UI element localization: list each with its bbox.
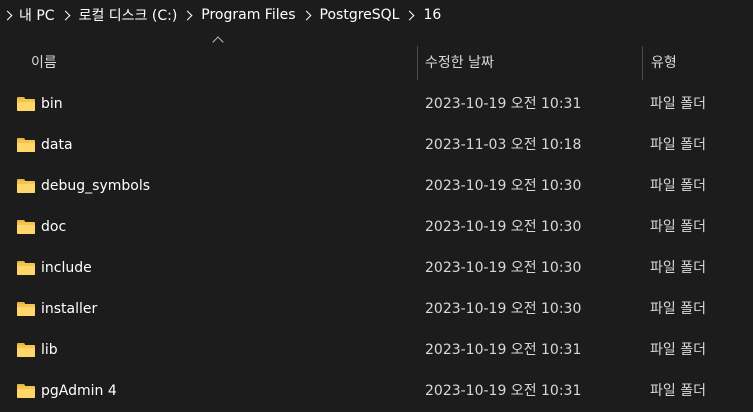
- folder-icon: [17, 220, 35, 234]
- file-type: 파일 폴더: [650, 219, 706, 235]
- file-modified-date: 2023-10-19 오전 10:30: [425, 219, 582, 235]
- file-name: include: [41, 260, 92, 276]
- file-row[interactable]: lib 2023-10-19 오전 10:31 파일 폴더: [0, 330, 753, 371]
- file-name: lib: [41, 342, 58, 358]
- folder-icon: [17, 384, 35, 398]
- file-row[interactable]: installer 2023-10-19 오전 10:30 파일 폴더: [0, 289, 753, 330]
- chevron-right-icon[interactable]: [182, 10, 193, 20]
- file-modified-date: 2023-10-19 오전 10:31: [425, 342, 582, 358]
- file-modified-date: 2023-10-19 오전 10:30: [425, 178, 582, 194]
- breadcrumb: 내 PC 로컬 디스크 (C:) Program Files PostgreSQ…: [0, 0, 753, 30]
- file-type: 파일 폴더: [650, 301, 706, 317]
- sort-ascending-icon: [212, 36, 224, 48]
- file-modified-date: 2023-10-19 오전 10:31: [425, 383, 582, 399]
- file-type: 파일 폴더: [650, 383, 706, 399]
- chevron-right-icon[interactable]: [60, 10, 71, 20]
- column-header-row: 이름 수정한 날짜 유형: [0, 36, 753, 82]
- file-list: bin 2023-10-19 오전 10:31 파일 폴더 data 2023-11-0…: [0, 84, 753, 412]
- breadcrumb-item-this-pc[interactable]: 내 PC: [19, 5, 55, 25]
- folder-icon: [17, 261, 35, 275]
- column-header-date[interactable]: 수정한 날짜: [425, 44, 494, 82]
- file-type: 파일 폴더: [650, 96, 706, 112]
- file-row[interactable]: pgAdmin 4 2023-10-19 오전 10:31 파일 폴더: [0, 371, 753, 412]
- column-divider[interactable]: [642, 46, 643, 80]
- file-type: 파일 폴더: [650, 137, 706, 153]
- file-name: pgAdmin 4: [41, 383, 117, 399]
- breadcrumb-item-program-files[interactable]: Program Files: [201, 7, 295, 23]
- file-modified-date: 2023-10-19 오전 10:31: [425, 96, 582, 112]
- file-row[interactable]: doc 2023-10-19 오전 10:30 파일 폴더: [0, 207, 753, 248]
- file-row[interactable]: data 2023-11-03 오전 10:18 파일 폴더: [0, 125, 753, 166]
- file-modified-date: 2023-11-03 오전 10:18: [425, 137, 582, 153]
- folder-icon: [17, 138, 35, 152]
- file-name: debug_symbols: [41, 178, 150, 194]
- file-row[interactable]: include 2023-10-19 오전 10:30 파일 폴더: [0, 248, 753, 289]
- folder-icon: [17, 179, 35, 193]
- file-name: data: [41, 137, 73, 153]
- breadcrumb-item-16[interactable]: 16: [423, 7, 441, 23]
- file-type: 파일 폴더: [650, 178, 706, 194]
- file-type: 파일 폴더: [650, 260, 706, 276]
- breadcrumb-item-postgresql[interactable]: PostgreSQL: [320, 7, 400, 23]
- file-row[interactable]: bin 2023-10-19 오전 10:31 파일 폴더: [0, 84, 753, 125]
- chevron-right-icon[interactable]: [2, 10, 13, 20]
- file-modified-date: 2023-10-19 오전 10:30: [425, 260, 582, 276]
- folder-icon: [17, 97, 35, 111]
- chevron-right-icon[interactable]: [405, 10, 415, 20]
- file-name: doc: [41, 219, 67, 235]
- file-type: 파일 폴더: [650, 342, 706, 358]
- column-header-name[interactable]: 이름: [31, 44, 57, 82]
- chevron-right-icon[interactable]: [301, 10, 311, 20]
- column-header-type[interactable]: 유형: [651, 44, 677, 82]
- file-name: bin: [41, 96, 63, 112]
- breadcrumb-item-local-disk[interactable]: 로컬 디스크 (C:): [79, 5, 178, 25]
- file-name: installer: [41, 301, 98, 317]
- folder-icon: [17, 343, 35, 357]
- folder-icon: [17, 302, 35, 316]
- file-row[interactable]: debug_symbols 2023-10-19 오전 10:30 파일 폴더: [0, 166, 753, 207]
- file-modified-date: 2023-10-19 오전 10:30: [425, 301, 582, 317]
- column-divider[interactable]: [417, 46, 418, 80]
